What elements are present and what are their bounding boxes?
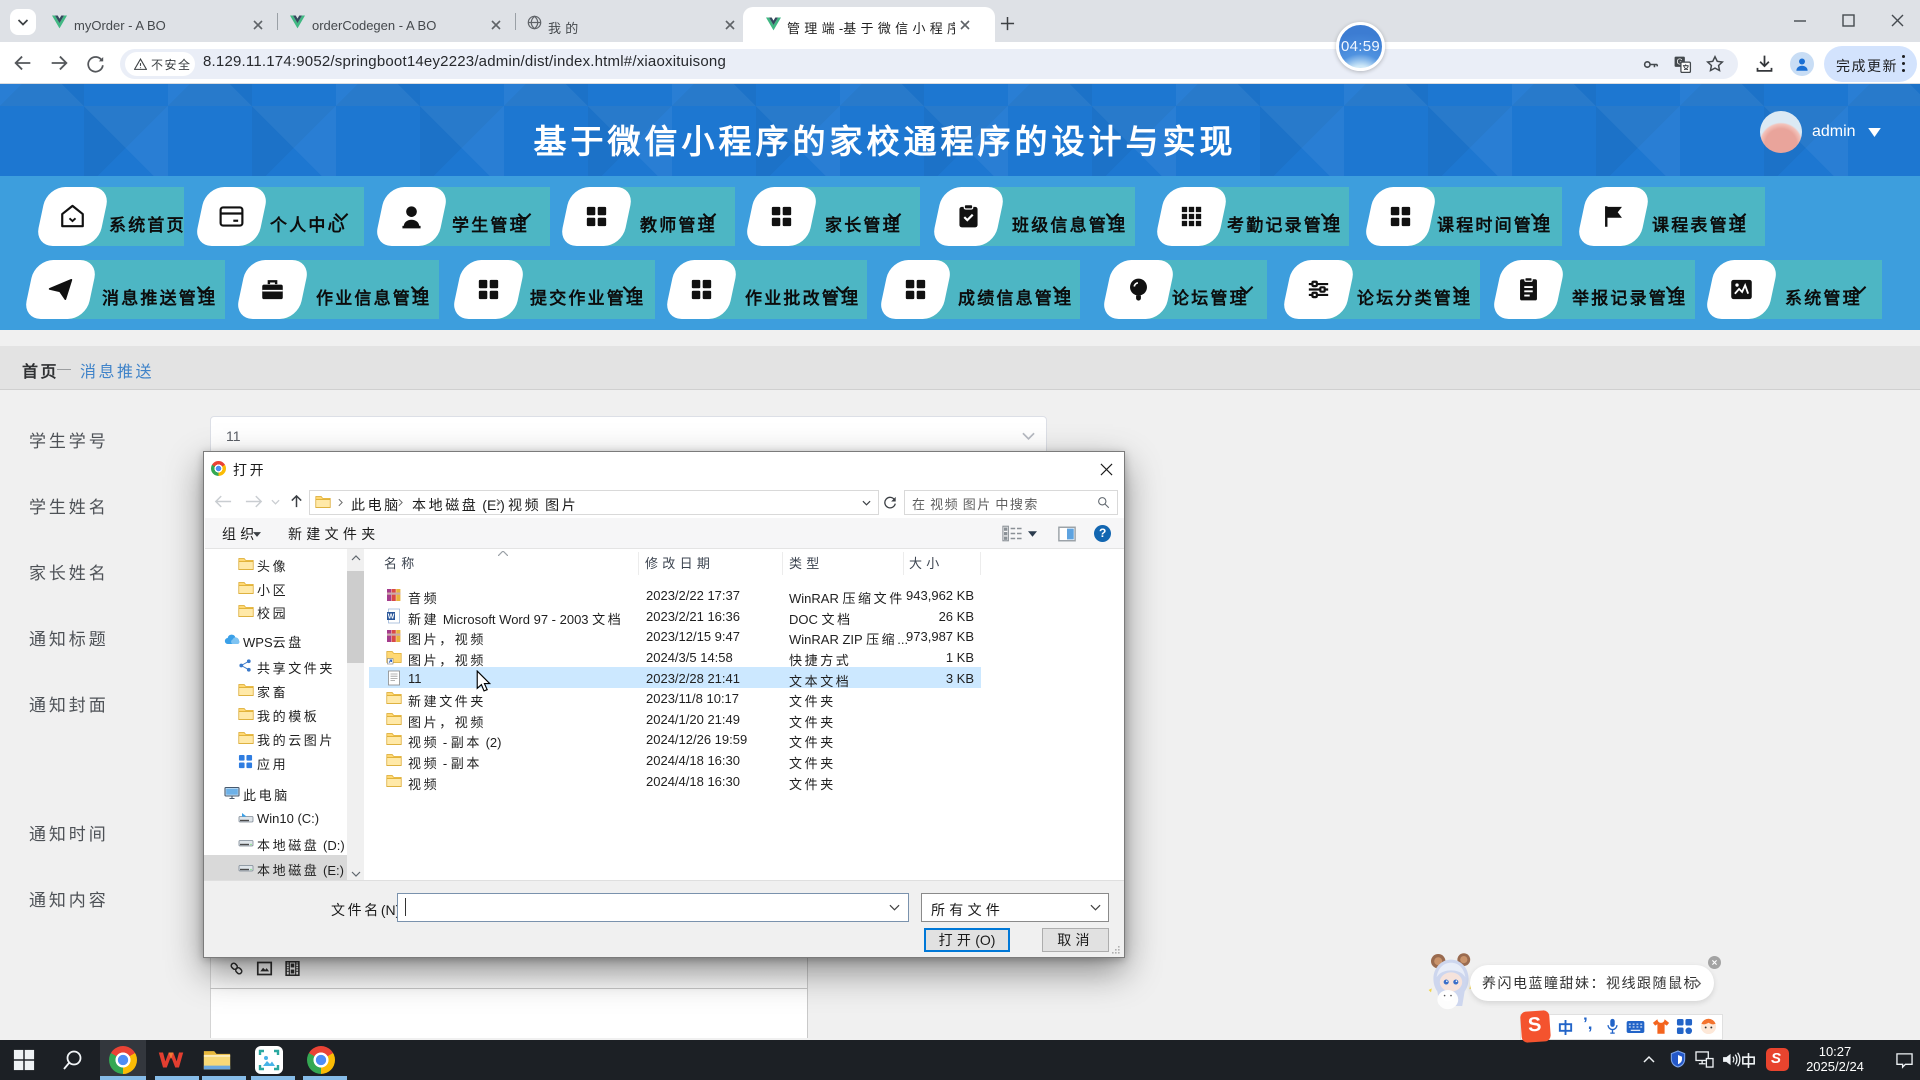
svg-text:W: W bbox=[388, 614, 395, 621]
